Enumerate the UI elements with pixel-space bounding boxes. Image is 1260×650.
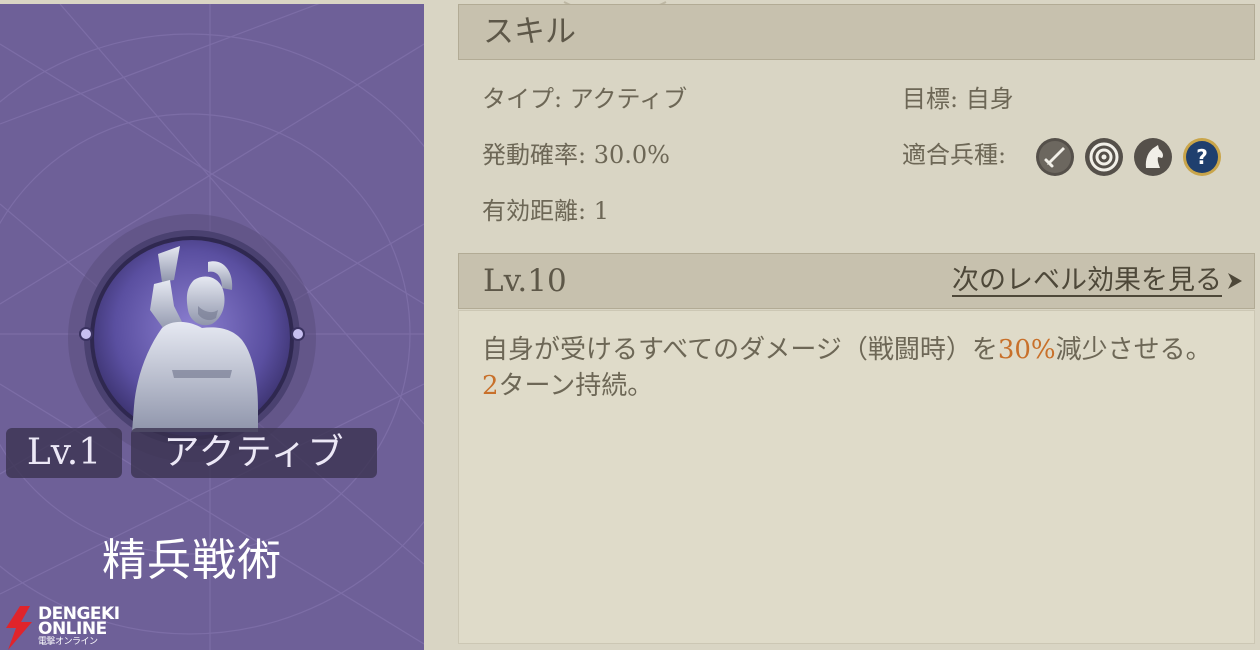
rate-value: 30.0% <box>593 141 670 169</box>
desc-part1: 自身が受けるすべてのダメージ（戦闘時）を <box>482 335 998 365</box>
type-row: タイプ: アクティブ <box>482 84 687 114</box>
level-title: Lv.10 <box>483 263 567 299</box>
range-row: 有効距離: 1 <box>482 196 609 226</box>
type-label: タイプ: <box>482 85 563 113</box>
target-row: 目標: 自身 <box>902 84 1014 114</box>
troops-row: 適合兵種: <box>902 140 1006 170</box>
target-value: 自身 <box>965 85 1014 113</box>
target-label: 目標: <box>902 85 959 113</box>
watermark-line3: 電撃オンライン <box>38 637 98 647</box>
troops-label: 適合兵種: <box>902 141 1007 169</box>
rate-label: 発動確率: <box>482 141 587 169</box>
chevron-right-icon[interactable] <box>1226 270 1244 292</box>
skill-level-badge: Lv.1 <box>6 428 122 478</box>
skill-type-badge: アクティブ <box>131 428 377 478</box>
question-icon[interactable]: ? <box>1182 137 1222 177</box>
desc-highlight-turns: 2 <box>482 371 499 401</box>
desc-part2: 減少させる。 <box>1055 335 1212 365</box>
level-section-header: Lv.10 次のレベル効果を見る <box>458 253 1255 309</box>
skill-name: 精兵戦術 <box>102 535 282 586</box>
target-icon[interactable] <box>1084 137 1124 177</box>
range-label: 有効距離: <box>482 197 587 225</box>
skill-section-header: スキル <box>458 4 1255 60</box>
desc-part3: ターン持続。 <box>498 371 654 401</box>
range-value: 1 <box>593 197 610 225</box>
sword-icon[interactable] <box>1035 137 1075 177</box>
type-value: アクティブ <box>569 85 688 113</box>
next-level-link[interactable]: 次のレベル効果を見る <box>952 254 1222 308</box>
watermark-line2: ONLINE <box>38 619 107 639</box>
skill-section-title: スキル <box>483 14 576 50</box>
dengeki-logo-icon <box>6 606 32 650</box>
horse-icon[interactable] <box>1133 137 1173 177</box>
watermark-text: DENGEKI ONLINE 電撃オンライン <box>38 606 120 648</box>
skill-card: Lv.1 アクティブ 精兵戦術 <box>0 4 424 650</box>
rate-row: 発動確率: 30.0% <box>482 140 670 170</box>
desc-highlight-percent: 30% <box>997 335 1056 365</box>
svg-text:?: ? <box>1196 145 1208 169</box>
skill-description: 自身が受けるすべてのダメージ（戦闘時）を30%減少させる。 2ターン持続。 <box>482 332 1222 404</box>
